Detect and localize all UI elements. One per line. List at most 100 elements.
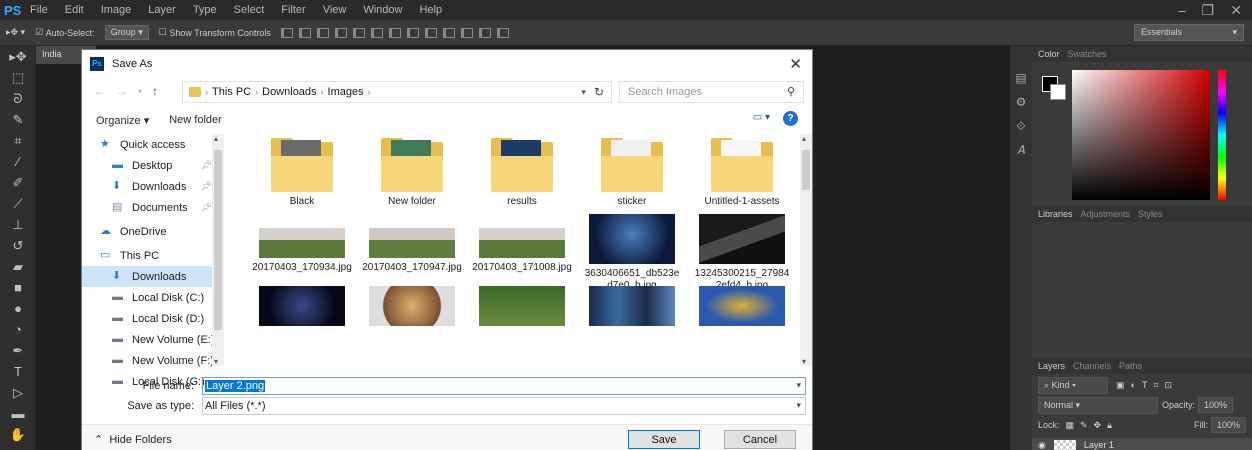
address-dropdown-icon[interactable]: ▾ (581, 87, 586, 98)
tab-color[interactable]: Color (1038, 49, 1060, 59)
breadcrumb-downloads[interactable]: Downloads (262, 86, 316, 98)
background-color-swatch[interactable] (1050, 84, 1066, 100)
back-arrow-icon[interactable]: ← (94, 84, 106, 98)
kind-filter-dropdown[interactable]: ⌕ Kind ▾ (1038, 376, 1108, 394)
tab-adjustments[interactable]: Adjustments (1081, 209, 1131, 219)
auto-align-icon[interactable] (496, 27, 509, 38)
menu-filter[interactable]: Filter (281, 4, 305, 16)
navigation-scroll-thumb[interactable] (214, 150, 222, 330)
distribute-bottom-icon[interactable] (424, 27, 437, 38)
healing-tool-icon[interactable]: ✐ (0, 172, 36, 193)
color-field[interactable] (1072, 70, 1210, 200)
properties-panel-icon[interactable]: ⚙ (1010, 90, 1032, 114)
search-icon[interactable]: ⚲ (787, 85, 795, 98)
view-options-icon[interactable]: ▭ ▾ (753, 112, 770, 123)
eyedropper-tool-icon[interactable]: ⁄ (0, 151, 36, 172)
tab-layers[interactable]: Layers (1038, 361, 1065, 371)
quick-select-tool-icon[interactable]: ✎ (0, 109, 36, 130)
folder-item[interactable]: New folder (362, 138, 462, 208)
new-folder-button[interactable]: New folder (169, 114, 222, 126)
folder-item[interactable]: Black (252, 138, 352, 208)
path-select-tool-icon[interactable]: ▷ (0, 382, 36, 403)
brush-tool-icon[interactable]: ⟋ (0, 193, 36, 214)
auto-select-checkbox[interactable]: ☑ Auto-Select: (35, 27, 95, 38)
close-icon[interactable]: ✕ (789, 55, 802, 73)
history-panel-icon[interactable]: ▤ (1010, 66, 1032, 90)
breadcrumb-this-pc[interactable]: This PC (212, 86, 251, 98)
align-right-icon[interactable] (370, 27, 383, 38)
file-item[interactable] (582, 286, 682, 330)
distribute-middle-icon[interactable] (406, 27, 419, 38)
menu-file[interactable]: File (30, 4, 48, 16)
tab-libraries[interactable]: Libraries (1038, 209, 1073, 219)
align-top-icon[interactable] (280, 27, 293, 38)
recent-chevron-icon[interactable]: ▾ (138, 87, 142, 96)
history-brush-tool-icon[interactable]: ↺ (0, 235, 36, 256)
scroll-down-icon[interactable]: ▾ (802, 357, 806, 366)
align-center-icon[interactable] (352, 27, 365, 38)
lock-icons[interactable]: ▦✎✥🔒︎ (1066, 420, 1118, 431)
menu-edit[interactable]: Edit (65, 4, 84, 16)
align-left-icon[interactable] (334, 27, 347, 38)
save-type-dropdown[interactable]: All Files (*.*) ▾ (202, 397, 806, 415)
paragraph-panel-icon[interactable]: 𝐴 (1010, 138, 1032, 162)
character-panel-icon[interactable]: ⟐ (1010, 114, 1032, 138)
blur-tool-icon[interactable]: ● (0, 298, 36, 319)
tab-paths[interactable]: Paths (1119, 361, 1142, 371)
help-icon[interactable]: ? (783, 111, 798, 126)
nav-item[interactable]: ▬ New Volume (E:) (82, 329, 224, 350)
stamp-tool-icon[interactable]: ⊥ (0, 214, 36, 235)
dodge-tool-icon[interactable]: ◔ (0, 319, 36, 340)
distribute-right-icon[interactable] (478, 27, 491, 38)
pen-tool-icon[interactable]: ✒ (0, 340, 36, 361)
file-item[interactable]: 20170403_170947.jpg (362, 214, 462, 274)
nav-item[interactable]: ▬ Local Disk (D:) (82, 308, 224, 329)
chevron-down-icon[interactable]: ▾ (796, 380, 801, 391)
fill-field[interactable]: 100% (1210, 417, 1246, 433)
nav-item[interactable]: ★ Quick access (82, 134, 224, 155)
nav-item[interactable]: ☁ OneDrive (82, 221, 224, 242)
move-tool-icon[interactable]: ▸✥ (0, 46, 36, 67)
menu-window[interactable]: Window (363, 4, 402, 16)
file-item[interactable]: 20170403_171008.jpg (472, 214, 572, 274)
marquee-tool-icon[interactable]: ⬚ (0, 67, 36, 88)
navigation-scrollbar[interactable]: ▴ ▾ (212, 134, 224, 366)
restore-icon[interactable]: ❐ (1201, 2, 1214, 19)
type-tool-icon[interactable]: T (0, 361, 36, 382)
file-item[interactable] (362, 286, 462, 330)
menu-type[interactable]: Type (193, 4, 217, 16)
nav-item[interactable]: ⬇ Downloads (82, 266, 224, 287)
crop-tool-icon[interactable]: ⌗ (0, 130, 36, 151)
tab-channels[interactable]: Channels (1073, 361, 1111, 371)
minimize-icon[interactable]: – (1178, 2, 1186, 18)
organize-button[interactable]: Organize ▾ (96, 114, 149, 127)
hand-tool-icon[interactable]: ✋ (0, 424, 36, 445)
menu-select[interactable]: Select (234, 4, 265, 16)
opacity-field[interactable]: 100% (1198, 397, 1234, 413)
tab-styles[interactable]: Styles (1138, 209, 1163, 219)
scroll-up-icon[interactable]: ▴ (802, 134, 806, 143)
folder-item[interactable]: results (472, 138, 572, 208)
search-input[interactable]: Search Images ⚲ (619, 81, 804, 103)
refresh-icon[interactable]: ↻ (594, 85, 604, 99)
menu-view[interactable]: View (323, 4, 347, 16)
gradient-tool-icon[interactable]: ■ (0, 277, 36, 298)
cancel-button[interactable]: Cancel (724, 430, 796, 449)
file-item[interactable]: 13245300215_279842efd4_b.jpg (692, 214, 792, 292)
address-bar[interactable]: › This PC › Downloads › Images › ▾ ↻ (182, 81, 612, 103)
scroll-down-icon[interactable]: ▾ (214, 357, 218, 366)
workspace-dropdown[interactable]: Essentials ▾ (1134, 24, 1244, 41)
align-middle-icon[interactable] (298, 27, 311, 38)
file-item[interactable]: 20170403_170934.jpg (252, 214, 352, 274)
hue-slider[interactable] (1218, 70, 1226, 200)
group-dropdown[interactable]: Group ▾ (104, 25, 149, 40)
save-button[interactable]: Save (628, 430, 700, 449)
file-scroll-thumb[interactable] (802, 150, 810, 190)
menu-image[interactable]: Image (101, 4, 132, 16)
blend-mode-dropdown[interactable]: Normal ▾ (1038, 396, 1158, 414)
lasso-tool-icon[interactable]: ᘐ (0, 88, 36, 109)
file-item[interactable] (252, 286, 352, 330)
nav-item[interactable]: ▬ Local Disk (C:) (82, 287, 224, 308)
file-scrollbar[interactable]: ▴ ▾ (800, 134, 812, 366)
up-arrow-icon[interactable]: ↑ (152, 84, 158, 98)
